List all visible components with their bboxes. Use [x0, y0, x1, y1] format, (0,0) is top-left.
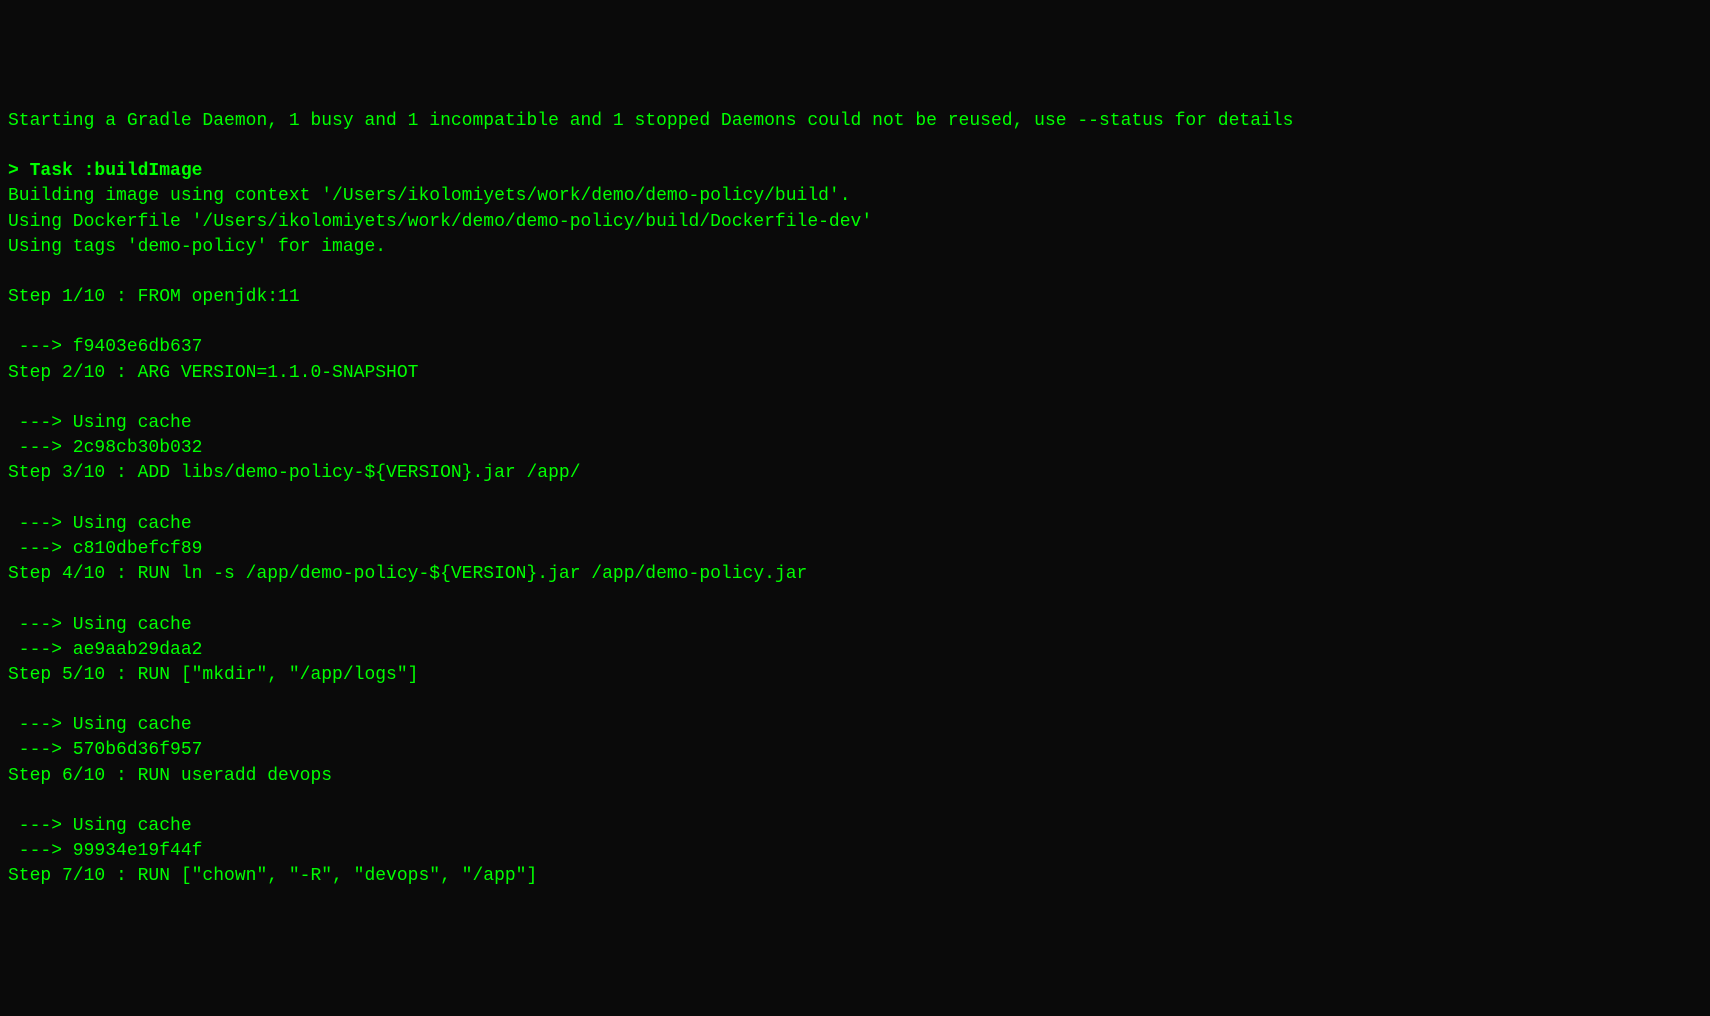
- terminal-line: Step 4/10 : RUN ln -s /app/demo-policy-$…: [8, 562, 1702, 587]
- terminal-line: ---> 99934e19f44f: [8, 839, 1702, 864]
- terminal-line: Step 7/10 : RUN ["chown", "-R", "devops"…: [8, 864, 1702, 889]
- terminal-line: [8, 487, 1702, 512]
- terminal-line: ---> ae9aab29daa2: [8, 638, 1702, 663]
- terminal-line: ---> Using cache: [8, 411, 1702, 436]
- terminal-line: [8, 310, 1702, 335]
- terminal-line: [8, 386, 1702, 411]
- terminal-line: Building image using context '/Users/iko…: [8, 184, 1702, 209]
- terminal-line: Step 6/10 : RUN useradd devops: [8, 764, 1702, 789]
- terminal-line: Step 3/10 : ADD libs/demo-policy-${VERSI…: [8, 461, 1702, 486]
- terminal-line: ---> Using cache: [8, 814, 1702, 839]
- terminal-line: [8, 688, 1702, 713]
- terminal-line: ---> c810dbefcf89: [8, 537, 1702, 562]
- terminal-line: Step 2/10 : ARG VERSION=1.1.0-SNAPSHOT: [8, 361, 1702, 386]
- terminal-line: [8, 587, 1702, 612]
- terminal-output[interactable]: Starting a Gradle Daemon, 1 busy and 1 i…: [8, 109, 1702, 890]
- terminal-line: [8, 134, 1702, 159]
- terminal-line: ---> f9403e6db637: [8, 335, 1702, 360]
- terminal-line: ---> 570b6d36f957: [8, 738, 1702, 763]
- terminal-line: Using Dockerfile '/Users/ikolomiyets/wor…: [8, 210, 1702, 235]
- terminal-line: [8, 789, 1702, 814]
- terminal-line: Starting a Gradle Daemon, 1 busy and 1 i…: [8, 109, 1702, 134]
- terminal-line: Step 5/10 : RUN ["mkdir", "/app/logs"]: [8, 663, 1702, 688]
- terminal-line: ---> 2c98cb30b032: [8, 436, 1702, 461]
- terminal-line: > Task :buildImage: [8, 159, 1702, 184]
- terminal-line: ---> Using cache: [8, 713, 1702, 738]
- terminal-line: ---> Using cache: [8, 613, 1702, 638]
- terminal-line: Using tags 'demo-policy' for image.: [8, 235, 1702, 260]
- terminal-line: [8, 260, 1702, 285]
- terminal-line: Step 1/10 : FROM openjdk:11: [8, 285, 1702, 310]
- terminal-line: ---> Using cache: [8, 512, 1702, 537]
